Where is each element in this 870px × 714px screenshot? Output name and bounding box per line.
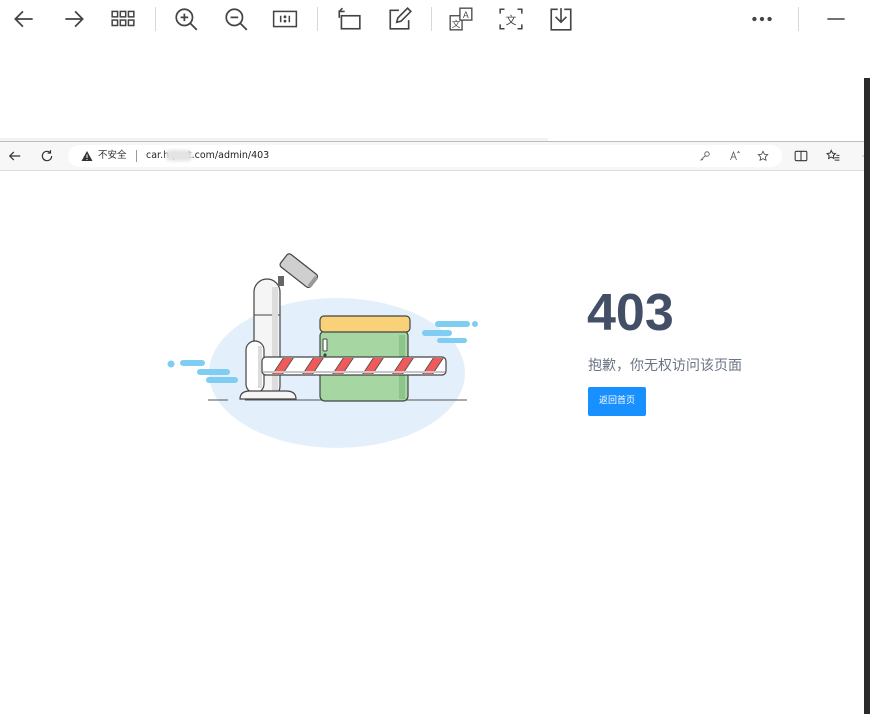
extensions-icon[interactable] (856, 147, 864, 165)
key-icon[interactable] (698, 149, 712, 163)
back-icon[interactable] (10, 5, 38, 33)
zoom-out-icon[interactable] (222, 5, 250, 33)
address-bar[interactable]: 不安全 car.h port.com/admin/403 (68, 145, 782, 167)
toolbar-divider (798, 7, 799, 31)
edit-icon[interactable] (386, 5, 414, 33)
favorites-list-icon[interactable] (824, 147, 842, 165)
rotate-icon[interactable] (335, 5, 363, 33)
barrier-illustration (167, 253, 478, 448)
browser-back-icon[interactable] (6, 147, 24, 165)
security-label[interactable]: 不安全 (98, 149, 127, 163)
more-icon[interactable] (748, 5, 776, 33)
error-code: 403 (587, 284, 674, 342)
error-message: 抱歉，你无权访问该页面 (588, 358, 742, 374)
minimize-icon[interactable] (822, 5, 850, 33)
ocr-text-icon[interactable]: 文 (497, 5, 525, 33)
svg-text:文: 文 (506, 13, 517, 27)
redacted-mask (166, 150, 192, 161)
translate-image-icon[interactable]: A文 (447, 5, 475, 33)
toolbar-divider (431, 7, 432, 31)
split-screen-icon[interactable] (792, 147, 810, 165)
zoom-in-icon[interactable] (172, 5, 200, 33)
actual-size-icon[interactable] (271, 5, 299, 33)
address-url[interactable]: car.h port.com/admin/403 (146, 149, 269, 163)
grid-icon[interactable] (109, 5, 137, 33)
toolbar-divider (317, 7, 318, 31)
svg-text:A: A (463, 11, 469, 21)
viewer-toolbar: A文 文 (0, 0, 870, 38)
error-page: 403 抱歉，你无权访问该页面 返回首页 (0, 171, 864, 714)
forward-icon[interactable] (60, 5, 88, 33)
browser-address-row: 不安全 car.h port.com/admin/403 (0, 142, 864, 171)
favorite-star-icon[interactable] (756, 149, 770, 163)
svg-text:文: 文 (452, 18, 461, 30)
refresh-icon[interactable] (38, 147, 56, 165)
read-aloud-icon[interactable] (728, 149, 742, 163)
address-divider (136, 150, 137, 162)
frame-shadow (864, 78, 870, 714)
download-icon[interactable] (547, 5, 575, 33)
toolbar-divider (155, 7, 156, 31)
back-home-button[interactable]: 返回首页 (588, 387, 646, 416)
warning-icon (81, 151, 93, 161)
